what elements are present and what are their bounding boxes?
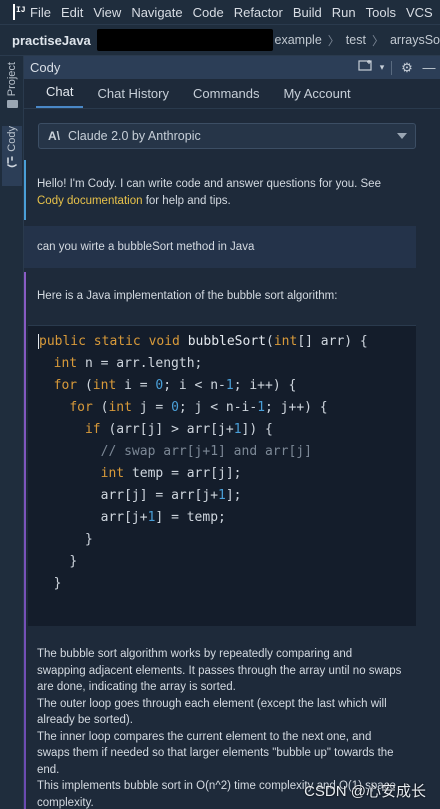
- breadcrumb-test[interactable]: test: [346, 33, 366, 47]
- project-name[interactable]: practiseJava: [12, 33, 91, 48]
- menu-run[interactable]: Run: [332, 5, 356, 20]
- tool-window-header: Cody ▾ ⚙ —: [24, 56, 440, 79]
- cody-tabs: Chat Chat History Commands My Account: [24, 79, 440, 109]
- breadcrumb-example[interactable]: example: [275, 33, 322, 47]
- message-accent-bar: [24, 272, 26, 809]
- intellij-logo-icon[interactable]: IJ: [13, 4, 26, 20]
- folder-icon: [6, 100, 18, 109]
- explanation-line: The outer loop goes through each element…: [37, 697, 387, 727]
- navigation-bar: practiseJava example 〉 test 〉 arraysSo: [0, 24, 440, 56]
- explanation-line: The bubble sort algorithm works by repea…: [37, 648, 402, 693]
- message-accent-bar: [24, 160, 26, 220]
- stripe-project-label: Project: [6, 62, 18, 97]
- cody-icon: [7, 155, 17, 167]
- tool-window-stripe: Project Cody: [0, 56, 24, 809]
- stripe-tab-project[interactable]: Project: [2, 62, 22, 120]
- menu-build[interactable]: Build: [293, 5, 322, 20]
- stripe-cody-label: Cody: [6, 126, 18, 152]
- cody-tool-window: Cody ▾ ⚙ — Chat Chat History Commands My…: [24, 56, 440, 809]
- breadcrumb-separator: 〉: [327, 33, 340, 48]
- greeting-text: Hello! I'm Cody. I can write code and an…: [37, 178, 381, 190]
- breadcrumb-separator: 〉: [371, 33, 384, 48]
- model-dropdown[interactable]: A\ Claude 2.0 by Anthropic: [38, 123, 416, 149]
- menu-navigate[interactable]: Navigate: [131, 5, 182, 20]
- chevron-down-icon: [397, 133, 407, 139]
- tab-my-account[interactable]: My Account: [273, 86, 360, 108]
- tab-chat-history[interactable]: Chat History: [87, 86, 179, 108]
- tool-window-title: Cody: [30, 60, 61, 75]
- tab-chat[interactable]: Chat: [36, 84, 84, 108]
- menu-tools[interactable]: Tools: [366, 5, 396, 20]
- greeting-suffix: for help and tips.: [145, 194, 231, 207]
- explanation-line: The inner loop compares the current elem…: [37, 730, 394, 776]
- divider: [391, 60, 392, 75]
- menu-bar: IJ File Edit View Navigate Code Refactor…: [0, 0, 440, 24]
- chevron-down-icon[interactable]: ▾: [377, 62, 387, 73]
- menu-refactor[interactable]: Refactor: [234, 5, 283, 20]
- new-chat-icon[interactable]: [355, 59, 377, 76]
- menu-file[interactable]: File: [30, 5, 51, 20]
- assistant-message-greeting: Hello! I'm Cody. I can write code and an…: [24, 160, 416, 220]
- menu-vcs[interactable]: VCS: [406, 5, 433, 20]
- anthropic-logo-icon: A\: [48, 129, 60, 143]
- model-name: Claude 2.0 by Anthropic: [68, 129, 201, 143]
- user-message: can you wirte a bubbleSort method in Jav…: [24, 226, 416, 268]
- user-message-text: can you wirte a bubbleSort method in Jav…: [37, 241, 255, 253]
- tab-commands[interactable]: Commands: [183, 86, 269, 108]
- menu-view[interactable]: View: [93, 5, 121, 20]
- menu-code[interactable]: Code: [193, 5, 224, 20]
- watermark: CSDN @心安成长: [304, 783, 426, 800]
- menu-edit[interactable]: Edit: [61, 5, 83, 20]
- breadcrumb-arrayssort[interactable]: arraysSo: [390, 33, 440, 47]
- redacted-path: [96, 29, 273, 51]
- chat-transcript[interactable]: Hello! I'm Cody. I can write code and an…: [24, 160, 440, 809]
- code-block[interactable]: public static void bubbleSort(int[] arr)…: [28, 325, 416, 626]
- gear-icon[interactable]: ⚙: [396, 60, 418, 76]
- answer-intro-text: Here is a Java implementation of the bub…: [37, 290, 338, 302]
- minimize-icon[interactable]: —: [418, 60, 440, 75]
- cody-documentation-link[interactable]: Cody documentation: [37, 195, 142, 207]
- stripe-tab-cody[interactable]: Cody: [2, 126, 22, 186]
